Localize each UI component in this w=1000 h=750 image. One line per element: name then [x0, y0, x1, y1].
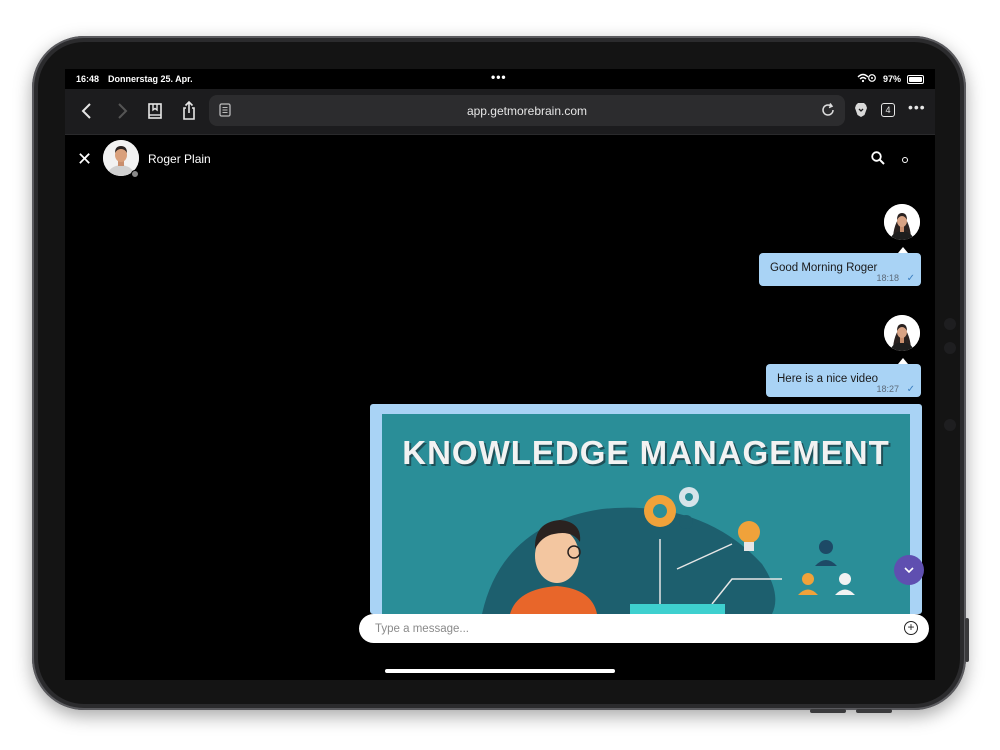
- chat-header: ✕ Roger Plain: [65, 135, 935, 185]
- camera-module: [944, 342, 956, 354]
- avatar: [884, 204, 920, 240]
- screen: 16:48 Donnerstag 25. Apr. ••• 97% app.ge…: [65, 69, 935, 680]
- avatar: [884, 315, 920, 351]
- url-text: app.getmorebrain.com: [466, 104, 588, 118]
- battery-icon: [907, 75, 924, 84]
- back-icon[interactable]: [81, 102, 93, 124]
- chat-options-icon[interactable]: [902, 157, 908, 163]
- status-date: Donnerstag 25. Apr.: [108, 74, 193, 84]
- tabs-count-button[interactable]: 4: [881, 103, 895, 117]
- volume-button: [965, 618, 969, 662]
- message-input[interactable]: [373, 619, 877, 639]
- search-icon[interactable]: [871, 151, 885, 170]
- message-text: Here is a nice video: [777, 373, 878, 385]
- message-text: Good Morning Roger: [770, 262, 878, 274]
- home-indicator[interactable]: [385, 669, 615, 673]
- more-menu-icon[interactable]: •••: [908, 99, 926, 115]
- chevron-down-icon: [904, 567, 914, 574]
- message-bubble[interactable]: Good Morning Roger 18:18 ✓: [759, 253, 921, 286]
- reload-icon[interactable]: [821, 103, 835, 121]
- brave-shield-icon[interactable]: [854, 102, 868, 122]
- read-check-icon: ✓: [906, 273, 915, 284]
- status-time: 16:48: [76, 74, 100, 84]
- top-button: [856, 709, 892, 713]
- add-icon[interactable]: +: [904, 621, 918, 635]
- video-thumbnail[interactable]: KNOWLEDGE MANAGEMENT: [382, 414, 910, 614]
- message-bubble[interactable]: Here is a nice video 18:27 ✓: [766, 364, 921, 397]
- contact-name: Roger Plain: [148, 152, 211, 166]
- scroll-down-button[interactable]: [894, 555, 924, 585]
- message-input-bar: +: [359, 614, 929, 643]
- video-title: KNOWLEDGE MANAGEMENT: [402, 434, 890, 471]
- presence-dot: [131, 170, 139, 178]
- camera-module: [944, 318, 956, 330]
- multitasking-dots-icon[interactable]: •••: [491, 70, 507, 84]
- video-message[interactable]: KNOWLEDGE MANAGEMENT: [370, 404, 922, 614]
- status-bar: 16:48 Donnerstag 25. Apr. ••• 97%: [65, 69, 935, 89]
- forward-icon[interactable]: [116, 102, 128, 124]
- address-bar[interactable]: app.getmorebrain.com: [209, 95, 845, 126]
- battery-percent: 97%: [883, 74, 902, 84]
- browser-toolbar: app.getmorebrain.com 4 •••: [65, 89, 935, 135]
- close-icon[interactable]: ✕: [77, 149, 92, 170]
- share-icon[interactable]: [181, 100, 197, 125]
- wifi-icon: [857, 73, 877, 85]
- camera-module: [944, 419, 956, 431]
- bookmarks-icon[interactable]: [147, 102, 163, 124]
- battery-fill: [909, 77, 922, 82]
- message-time: 18:18: [876, 273, 899, 283]
- top-button: [810, 709, 846, 713]
- read-check-icon: ✓: [906, 384, 915, 395]
- message-time: 18:27: [876, 384, 899, 394]
